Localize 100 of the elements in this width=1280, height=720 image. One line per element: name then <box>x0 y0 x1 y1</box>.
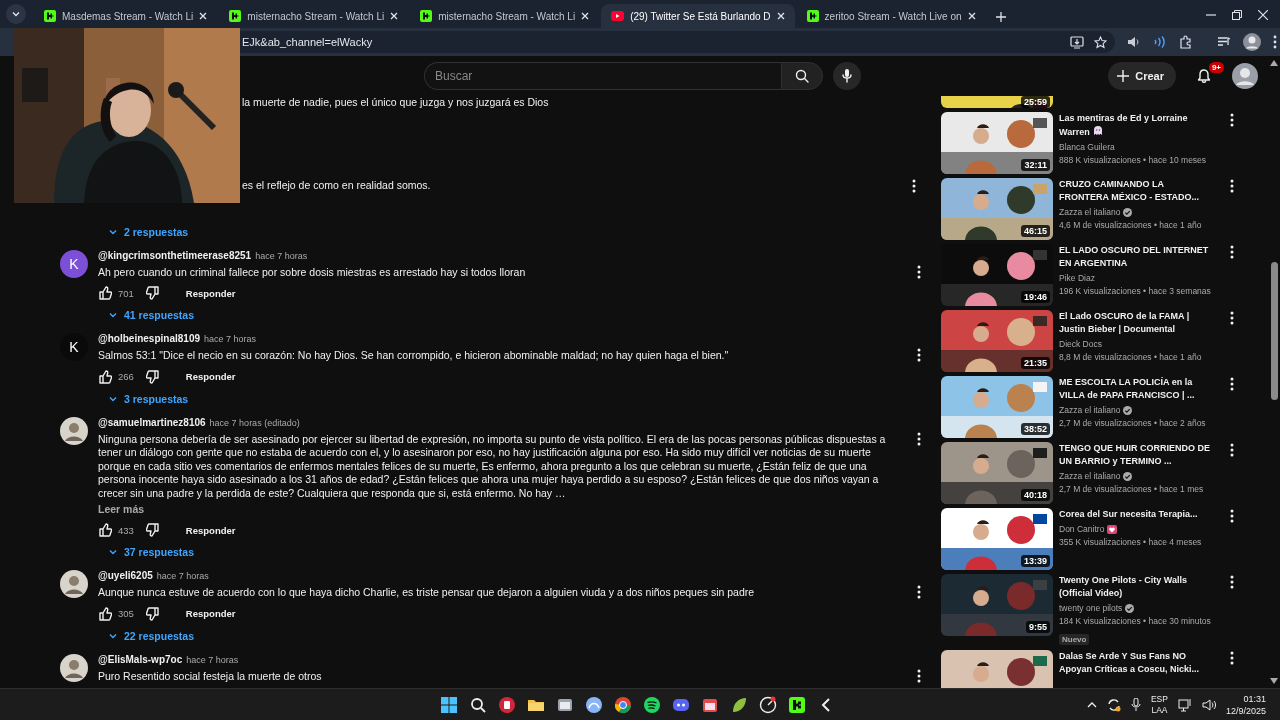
avatar: K <box>60 249 88 278</box>
speaker-icon[interactable] <box>1201 698 1216 711</box>
sound-waves-icon[interactable] <box>1153 36 1167 48</box>
verified-icon <box>1125 604 1135 613</box>
browser-tab[interactable]: Masdemas Stream - Watch Li <box>34 4 218 28</box>
close-icon[interactable] <box>581 12 590 20</box>
clock-time[interactable]: 01:31 <box>1243 692 1266 705</box>
install-icon[interactable] <box>1070 35 1084 49</box>
reply-button[interactable]: Responder <box>179 605 242 622</box>
browser-tab[interactable]: misternacho Stream - Watch Li <box>219 4 409 28</box>
video-duration: 25:59 <box>1020 96 1050 108</box>
reply-button[interactable]: Responder <box>179 368 242 385</box>
search-button[interactable] <box>781 62 823 90</box>
verified-icon <box>1123 472 1133 481</box>
search-button[interactable] <box>469 695 487 714</box>
video-title[interactable]: Dalas Se Arde Y Sus Fans NO Apoyan Críticas a Coscu, Nicki... <box>1059 650 1214 676</box>
start-button[interactable] <box>440 695 458 714</box>
record-app-button[interactable] <box>498 695 516 714</box>
scroll-down-icon[interactable] <box>1270 678 1278 684</box>
replies-button[interactable]: 22 respuestas <box>104 627 199 644</box>
comment-author[interactable]: @samuelmartinez8106 <box>98 416 206 428</box>
comment-time: hace 7 horas <box>156 571 209 581</box>
speaker-icon[interactable] <box>1127 36 1141 48</box>
video-duration: 19:46 <box>1020 291 1050 303</box>
stream-app-button[interactable] <box>788 695 806 714</box>
channel-name[interactable]: Pike Diaz <box>1059 272 1095 285</box>
create-button[interactable]: Crear <box>1108 62 1176 90</box>
like-button[interactable] <box>98 606 112 621</box>
search-field[interactable]: Buscar <box>424 62 781 90</box>
keyboard-layout-label[interactable]: LAA <box>1151 704 1168 716</box>
more-icon <box>1230 575 1234 589</box>
video-stats: 4,6 M de visualizaciones • hace 1 año <box>1059 219 1202 232</box>
browser-tab[interactable]: zeritoo Stream - Watch Live on <box>796 4 986 28</box>
comment-author[interactable]: @kingcrimsonthetimeerase8251 <box>98 249 252 261</box>
microphone-icon[interactable] <box>1130 697 1141 712</box>
restore-icon[interactable] <box>1232 10 1242 20</box>
video-title[interactable]: Las mentiras de Ed y Lorraine Warren <box>1059 112 1214 139</box>
video-title[interactable]: Twenty One Pilots - City Walls (Official Video) <box>1059 574 1214 600</box>
music-app-button[interactable] <box>643 695 661 714</box>
channel-name[interactable]: Zazza el italiano <box>1059 206 1121 219</box>
read-more-link[interactable]: Leer más <box>98 502 145 516</box>
reply-button[interactable]: Responder <box>179 284 242 302</box>
more-icon <box>1230 245 1234 259</box>
leaf-app-button[interactable] <box>730 695 748 714</box>
gauge-app-button[interactable] <box>759 695 777 714</box>
replies-button[interactable]: 37 respuestas <box>104 544 199 560</box>
close-icon[interactable] <box>390 12 399 20</box>
replies-button[interactable]: 41 respuestas <box>104 307 199 323</box>
microphone-button[interactable] <box>833 62 861 90</box>
chevron-up-icon[interactable] <box>1086 700 1097 709</box>
video-title[interactable]: El Lado OSCURO de la FAMA | Justin Bieber | Documental <box>1059 310 1214 336</box>
media-list-icon[interactable] <box>1217 36 1231 48</box>
browser-tab[interactable]: misternacho Stream - Watch Li <box>410 4 600 28</box>
language-label[interactable]: ESP <box>1150 693 1168 705</box>
like-button[interactable] <box>98 369 112 384</box>
clock-date[interactable]: 12/9/2025 <box>1225 704 1266 717</box>
shell-app-button[interactable] <box>585 695 603 714</box>
browser-tab[interactable]: (29) Twitter Se Está Burlando D <box>601 4 795 28</box>
channel-name[interactable]: Dieck Docs <box>1059 338 1102 351</box>
replies-button[interactable]: 3 respuestas <box>104 390 193 407</box>
plus-icon[interactable] <box>995 12 1006 22</box>
plus-icon <box>1117 70 1130 82</box>
comment-author[interactable]: @holbeinespinal8109 <box>98 333 200 344</box>
sync-icon[interactable] <box>1106 697 1121 712</box>
channel-name[interactable]: Zazza el italiano <box>1059 404 1121 417</box>
replies-button[interactable]: 2 respuestas <box>104 223 193 240</box>
scroll-up-icon[interactable] <box>1270 60 1278 66</box>
channel-name[interactable]: twenty one pilots <box>1059 602 1123 615</box>
puzzle-icon[interactable] <box>1179 35 1193 49</box>
network-icon[interactable] <box>1177 697 1192 712</box>
channel-name[interactable]: Zazza el italiano <box>1059 470 1121 483</box>
channel-name[interactable]: Blanca Guilera <box>1059 141 1115 154</box>
video-title[interactable]: ME ESCOLTA LA POLICÍA en la VILLA de PAPA FRANCISCO | ... <box>1059 376 1214 402</box>
close-icon[interactable] <box>199 12 208 20</box>
comment-author[interactable]: @ElisMals-wp7oc <box>98 653 183 665</box>
dislike-button[interactable] <box>145 523 160 537</box>
comment-author[interactable]: @uyeli6205 <box>98 570 153 581</box>
channel-name[interactable]: Don Canitro <box>1059 523 1105 536</box>
scrollbar-thumb[interactable] <box>1270 262 1278 400</box>
dislike-button[interactable] <box>145 286 160 300</box>
more-icon <box>1230 651 1234 665</box>
profile-avatar[interactable] <box>1243 33 1261 51</box>
dislike-button[interactable] <box>145 369 160 384</box>
star-icon[interactable] <box>1094 35 1107 49</box>
close-icon[interactable] <box>967 12 976 20</box>
avatar[interactable] <box>1232 63 1258 89</box>
video-title[interactable]: EL LADO OSCURO DEL INTERNET EN ARGENTINA <box>1059 244 1214 270</box>
more-icon[interactable] <box>1273 35 1277 49</box>
video-title[interactable]: CRUZO CAMINANDO LA FRONTERA MÉXICO - ESTADO... <box>1059 178 1214 204</box>
like-button[interactable] <box>98 523 112 537</box>
browser-button[interactable] <box>614 695 632 714</box>
video-title[interactable]: TENGO QUE HUIR CORRIENDO DE UN BARRIO y TERMINO ... <box>1059 442 1214 468</box>
close-icon[interactable] <box>1258 10 1268 20</box>
reply-button[interactable]: Responder <box>179 521 242 539</box>
tab-search-button[interactable] <box>6 4 26 24</box>
dislike-button[interactable] <box>145 606 160 621</box>
like-button[interactable] <box>98 286 112 300</box>
address-bar[interactable]: EJk&ab_channel=elWacky <box>240 31 1115 53</box>
close-icon[interactable] <box>776 12 785 20</box>
video-title[interactable]: Corea del Sur necesita Terapia... <box>1059 508 1214 521</box>
